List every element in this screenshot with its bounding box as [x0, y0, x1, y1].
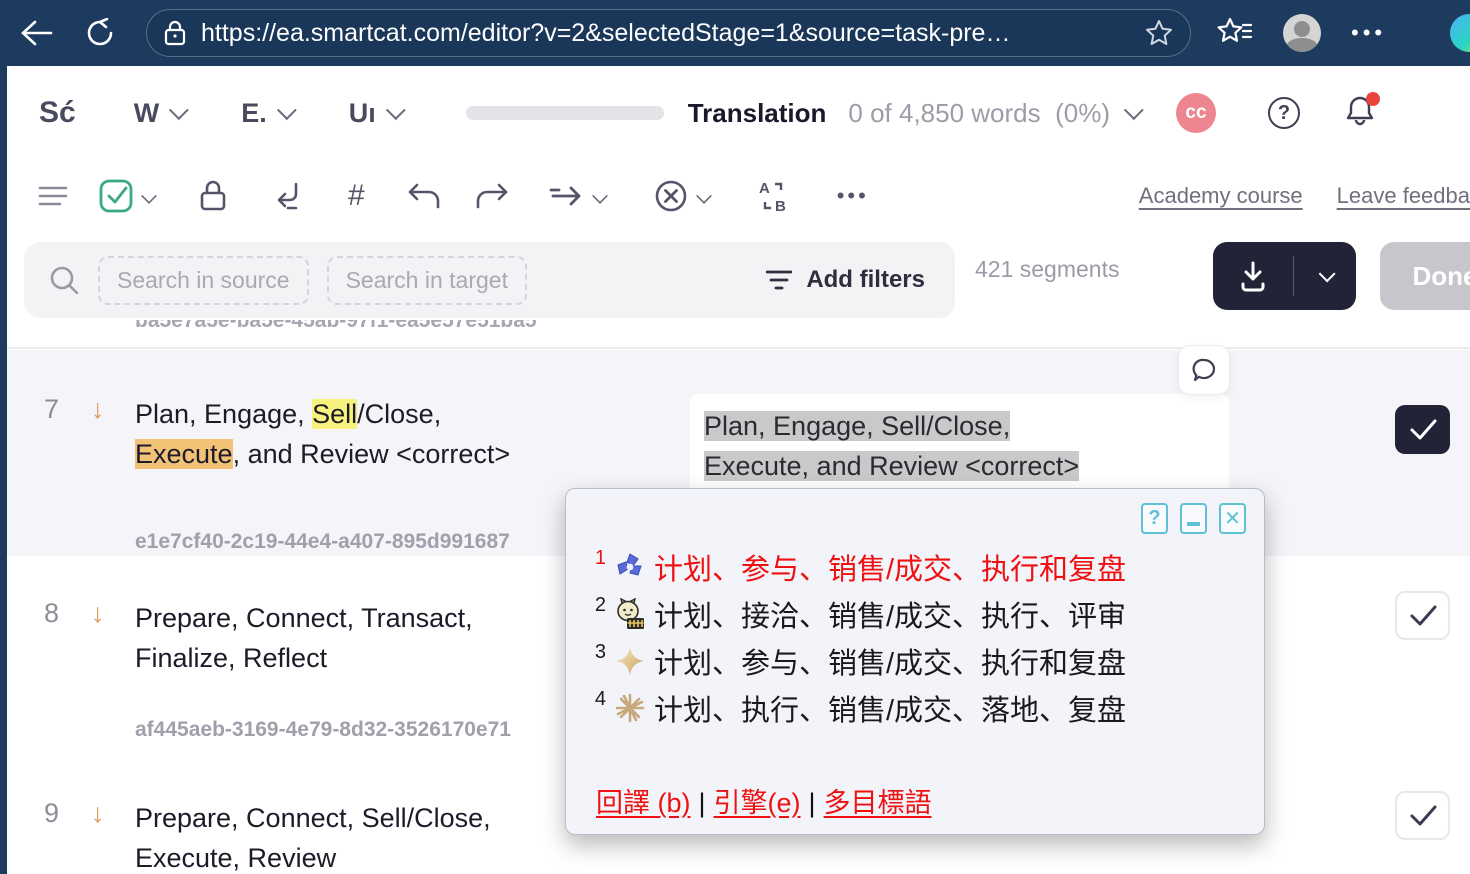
chevron-down-icon	[277, 100, 297, 120]
segment-number-icon[interactable]: #	[348, 179, 365, 213]
back-translate-link[interactable]: 回譯 (b)	[596, 788, 691, 818]
progress-bar	[466, 106, 664, 120]
popup-footer: 回譯 (b)|引擎(e)|多目標語	[596, 781, 932, 820]
download-button[interactable]	[1213, 242, 1356, 310]
browser-address-bar[interactable]: https://ea.smartcat.com/editor?v=2&selec…	[146, 9, 1191, 57]
leave-feedback-link[interactable]: Leave feedba	[1337, 183, 1470, 209]
bookmark-star-icon[interactable]	[1144, 18, 1174, 48]
divider	[7, 347, 1470, 349]
popup-minimize-button[interactable]	[1180, 503, 1207, 534]
segment-id: e1e7cf40-2c19-44e4-a407-895d991687	[135, 530, 510, 554]
chevron-down-icon	[169, 100, 189, 120]
goto-next-unconfirmed-icon[interactable]	[272, 180, 304, 212]
help-icon[interactable]: ?	[1268, 97, 1300, 129]
gold-sparkle-engine-icon	[614, 646, 646, 676]
lock-segment-icon[interactable]	[198, 179, 228, 213]
filter-icon	[766, 270, 792, 290]
app-header: Sć W E. Uı Translation 0 of 4,850 words …	[7, 66, 1470, 160]
notification-badge	[1366, 92, 1380, 106]
arrow-down-icon: ↓	[91, 394, 105, 425]
menu-editor[interactable]: E.	[241, 98, 291, 129]
segments-count: 421 segments	[975, 256, 1119, 283]
academy-course-link[interactable]: Academy course	[1139, 183, 1303, 209]
minimize-icon	[1187, 522, 1200, 526]
chevron-down-icon	[141, 188, 157, 204]
check-icon	[1408, 604, 1438, 628]
favorites-icon[interactable]	[1217, 17, 1253, 49]
popup-help-button[interactable]: ?	[1141, 503, 1168, 534]
lock-icon	[163, 19, 187, 47]
svg-text:A: A	[759, 180, 770, 197]
undo-icon[interactable]	[407, 181, 441, 211]
translation-entry[interactable]: 3 计划、参与、销售/成交、执行和复盘	[592, 641, 1126, 681]
browser-menu-icon[interactable]: •••	[1351, 20, 1386, 46]
browser-toolbar: https://ea.smartcat.com/editor?v=2&selec…	[0, 0, 1470, 66]
done-button[interactable]: Done	[1380, 242, 1470, 310]
chevron-down-icon[interactable]	[1124, 100, 1144, 120]
segment-id: af445aeb-3169-4e79-8d32-3526170e71	[135, 718, 511, 742]
source-text[interactable]: Plan, Engage, Sell/Close, Execute, and R…	[135, 394, 680, 474]
editor-toolbar: # AB ••• Academy course Leave feedba	[7, 160, 1470, 232]
window-border	[0, 66, 7, 874]
divider	[1293, 256, 1294, 296]
search-box: Search in source Search in target Add fi…	[24, 242, 955, 318]
browser-reload-button[interactable]	[78, 11, 122, 55]
gold-starburst-engine-icon	[614, 692, 646, 724]
animal-mascot-engine-icon	[614, 598, 646, 630]
translation-entry[interactable]: 1 计划、参与、销售/成交、执行和复盘	[592, 547, 1126, 587]
engines-link[interactable]: 引擎(e)	[714, 788, 801, 818]
comment-button[interactable]	[1178, 345, 1230, 395]
comment-bubble-icon	[1191, 357, 1217, 383]
notifications-bell-icon[interactable]	[1344, 94, 1376, 133]
svg-text:B: B	[775, 198, 786, 214]
chevron-down-icon	[386, 100, 406, 120]
redo-icon[interactable]	[475, 181, 509, 211]
user-avatar[interactable]: cc	[1176, 93, 1216, 133]
more-options-icon[interactable]: •••	[837, 183, 869, 209]
browser-back-button[interactable]	[14, 11, 58, 55]
multi-target-link[interactable]: 多目標語	[824, 788, 932, 818]
word-count: 0 of 4,850 words (0%)	[848, 98, 1110, 129]
segment-number: 7	[44, 394, 59, 425]
menu-workspace[interactable]: W	[134, 98, 183, 129]
filter-bar: Search in source Search in target Add fi…	[7, 232, 1470, 330]
confirm-button-row8[interactable]	[1395, 591, 1450, 640]
search-in-target-input[interactable]: Search in target	[327, 256, 527, 305]
clear-target-button[interactable]	[653, 178, 711, 214]
segment-number: 8	[44, 598, 59, 629]
confirm-button-row7[interactable]	[1395, 405, 1450, 454]
confirm-button-row9[interactable]	[1395, 791, 1450, 840]
popup-close-button[interactable]: ✕	[1219, 503, 1246, 534]
url-text[interactable]: https://ea.smartcat.com/editor?v=2&selec…	[201, 19, 1144, 48]
highlight-orange: Execute	[135, 439, 233, 469]
arrow-down-icon: ↓	[91, 798, 105, 829]
clipped-segment-id: ba5e7a5e-ba5e-45ab-97f1-ea5e57e51ba5	[135, 320, 537, 345]
translation-entry[interactable]: 4 计划、执行、销售/成交、落地、复盘	[592, 688, 1126, 728]
screen: https://ea.smartcat.com/editor?v=2&selec…	[0, 0, 1470, 874]
hamburger-menu-icon[interactable]	[38, 185, 68, 207]
search-icon	[48, 264, 80, 296]
check-icon	[1408, 418, 1438, 442]
check-icon	[1408, 804, 1438, 828]
copy-source-to-target-button[interactable]	[549, 183, 607, 209]
add-filters-button[interactable]: Add filters	[766, 242, 925, 318]
translation-popup: ? ✕ 1 计划、参与、销售/成交、执行和复盘 2 计划、接洽、销售/成交、执行…	[565, 488, 1265, 835]
chevron-down-icon	[592, 188, 608, 204]
blue-knot-engine-icon	[614, 552, 646, 582]
chevron-down-icon[interactable]	[1319, 265, 1336, 282]
browser-profile-avatar[interactable]	[1283, 14, 1321, 52]
arrow-down-icon: ↓	[91, 598, 105, 629]
copilot-icon[interactable]	[1450, 14, 1470, 52]
translation-entry[interactable]: 2 计划、接洽、销售/成交、执行、评审	[592, 594, 1126, 634]
confirm-segment-button[interactable]	[98, 178, 156, 214]
smartcat-logo[interactable]: Sć	[39, 96, 76, 130]
highlight-yellow: Sell	[312, 399, 357, 429]
chevron-down-icon	[696, 188, 712, 204]
stage-title: Translation	[688, 98, 827, 129]
menu-user[interactable]: Uı	[349, 98, 400, 129]
search-in-source-input[interactable]: Search in source	[98, 256, 309, 305]
segment-number: 9	[44, 798, 59, 829]
glossary-ab-icon[interactable]: AB	[755, 178, 791, 214]
download-icon	[1238, 260, 1268, 292]
